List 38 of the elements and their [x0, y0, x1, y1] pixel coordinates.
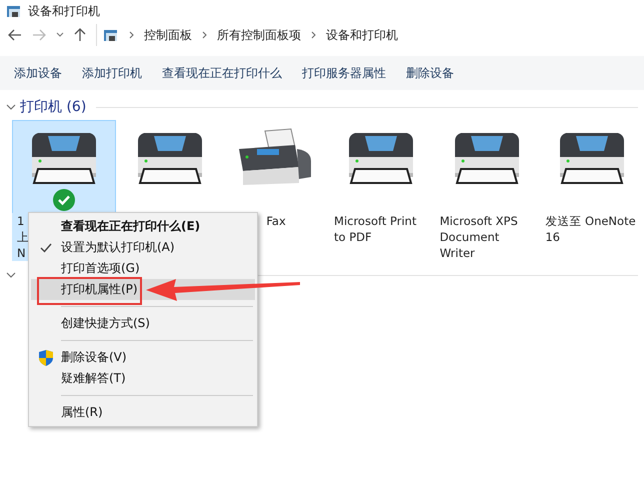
chevron-icon	[129, 31, 134, 39]
printer-label: Document	[438, 229, 500, 245]
section-header[interactable]: 打印机 (6)	[20, 98, 86, 116]
toolbar-button[interactable]: 查看现在正在打印什么	[154, 60, 290, 86]
toolbar-button[interactable]: 添加打印机	[74, 60, 150, 86]
breadcrumb-item[interactable]: 设备和打印机	[326, 26, 398, 44]
printer-label: Microsoft XPS	[438, 213, 519, 229]
toolbar-button[interactable]: 添加设备	[6, 60, 70, 86]
toolbar-button[interactable]: 打印服务器属性	[294, 60, 394, 86]
collapse-chevron-icon[interactable]	[6, 103, 16, 111]
address-folder-icon	[103, 28, 119, 42]
printer-label: to PDF	[333, 229, 373, 245]
menu-item[interactable]: 打印首选项(G)	[31, 258, 255, 279]
printer-tile[interactable]	[12, 120, 116, 213]
menu-item[interactable]: 设置为默认打印机(A)	[31, 237, 255, 258]
chevron-icon	[202, 31, 207, 39]
up-arrow-icon[interactable]	[74, 28, 86, 42]
menu-item[interactable]: 创建快捷方式(S)	[31, 313, 255, 334]
chevron-icon	[311, 31, 316, 39]
printer-label: Writer	[438, 245, 476, 261]
breadcrumb-item[interactable]: 所有控制面板项	[217, 26, 301, 44]
printer-label: 发送至 OneNote	[544, 213, 637, 229]
menu-item[interactable]: 删除设备(V)	[31, 347, 255, 368]
shield-icon	[39, 350, 53, 366]
printer-label: Fax	[265, 213, 287, 229]
toolbar-button[interactable]: 删除设备	[398, 60, 462, 86]
printer-label: 1	[12, 213, 30, 229]
control-panel-icon	[6, 4, 22, 18]
menu-item[interactable]: 查看现在正在打印什么(E)	[31, 216, 255, 237]
printer-label: Microsoft Print	[333, 213, 418, 229]
dropdown-caret-icon[interactable]	[56, 32, 64, 38]
collapse-chevron-icon[interactable]	[6, 271, 16, 279]
menu-item[interactable]: 疑难解答(T)	[31, 368, 255, 389]
menu-item[interactable]: 属性(R)	[31, 402, 255, 423]
window-title: 设备和打印机	[28, 2, 100, 20]
back-arrow-icon[interactable]	[8, 29, 22, 41]
printer-label: 16	[544, 229, 561, 245]
breadcrumb-item[interactable]: 控制面板	[144, 26, 192, 44]
